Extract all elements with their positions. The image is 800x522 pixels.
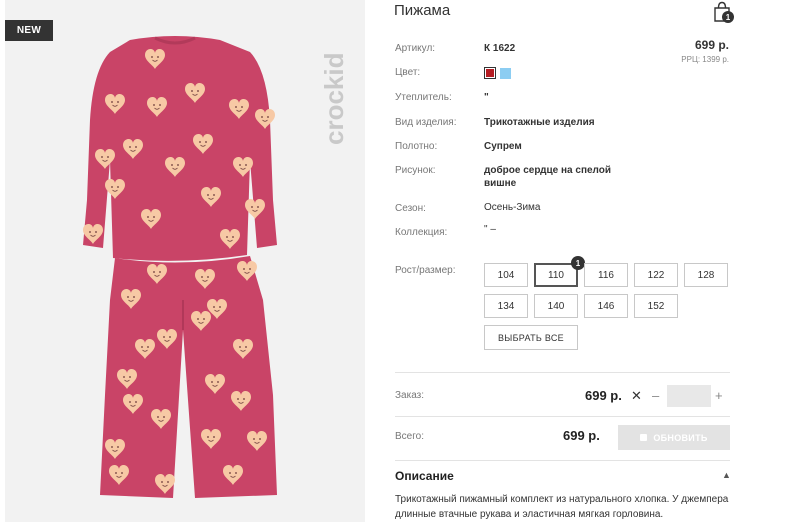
insulation-label: Утеплитель: [395, 92, 452, 103]
quantity-input[interactable] [667, 385, 711, 407]
cart-count-badge: 1 [722, 11, 734, 23]
update-button-label: ОБНОВИТЬ [653, 432, 708, 443]
description-text: Трикотажный пижамный комплект из натурал… [395, 494, 729, 520]
size-label: Рост/размер: [395, 265, 456, 276]
size-option-116[interactable]: 116 [584, 263, 628, 287]
order-price: 699 р. [585, 388, 622, 403]
size-option-104[interactable]: 104 [484, 263, 528, 287]
new-badge: NEW [5, 20, 53, 41]
recommended-price: РРЦ: 1399 р. [681, 55, 729, 64]
brand-logo-text: crockid [319, 53, 349, 146]
product-title: Пижама [394, 2, 451, 19]
fabric-value: Супрем [484, 141, 522, 152]
collection-label: Коллекция: [395, 227, 448, 238]
insulation-value: " [484, 92, 489, 103]
chevron-up-icon[interactable]: ▲ [722, 470, 731, 480]
color-swatch-blue[interactable] [500, 68, 511, 79]
product-type-value: Трикотажные изделия [484, 117, 595, 128]
select-all-sizes-button[interactable]: ВЫБРАТЬ ВСЕ [484, 325, 578, 350]
season-label: Сезон: [395, 203, 426, 214]
size-option-122[interactable]: 122 [634, 263, 678, 287]
product-price: 699 р. [694, 38, 729, 52]
brand-logo: crockid [319, 53, 349, 146]
size-option-134[interactable]: 134 [484, 294, 528, 318]
season-value: Осень-Зима [484, 202, 541, 213]
size-selected-count-badge: 1 [571, 256, 585, 270]
pajama-illustration [82, 36, 277, 498]
quantity-increase-button[interactable]: + [715, 388, 723, 403]
update-button[interactable]: ОБНОВИТЬ [618, 425, 730, 450]
size-option-128[interactable]: 128 [684, 263, 728, 287]
color-swatch-red[interactable] [484, 67, 496, 79]
product-type-label: Вид изделия: [395, 117, 457, 128]
close-icon[interactable]: ✕ [631, 388, 642, 404]
divider [395, 372, 730, 373]
size-option-152[interactable]: 152 [634, 294, 678, 318]
collection-value: " – [484, 224, 496, 235]
divider [395, 460, 730, 461]
total-label: Всего: [395, 431, 424, 442]
article-value: К 1622 [484, 43, 516, 54]
total-price: 699 р. [563, 428, 600, 443]
fabric-label: Полотно: [395, 141, 438, 152]
description-title[interactable]: Описание [395, 469, 454, 483]
color-label: Цвет: [395, 67, 421, 78]
product-image[interactable]: NEW crockid [5, 0, 365, 522]
article-label: Артикул: [395, 43, 436, 54]
quantity-decrease-button[interactable]: – [652, 388, 659, 403]
order-label: Заказ: [395, 390, 425, 401]
print-label: Рисунок: [395, 165, 436, 176]
divider [395, 416, 730, 417]
size-option-140[interactable]: 140 [534, 294, 578, 318]
size-option-146[interactable]: 146 [584, 294, 628, 318]
print-value: доброе сердце на спелой вишне [484, 165, 612, 189]
update-icon [640, 434, 648, 441]
